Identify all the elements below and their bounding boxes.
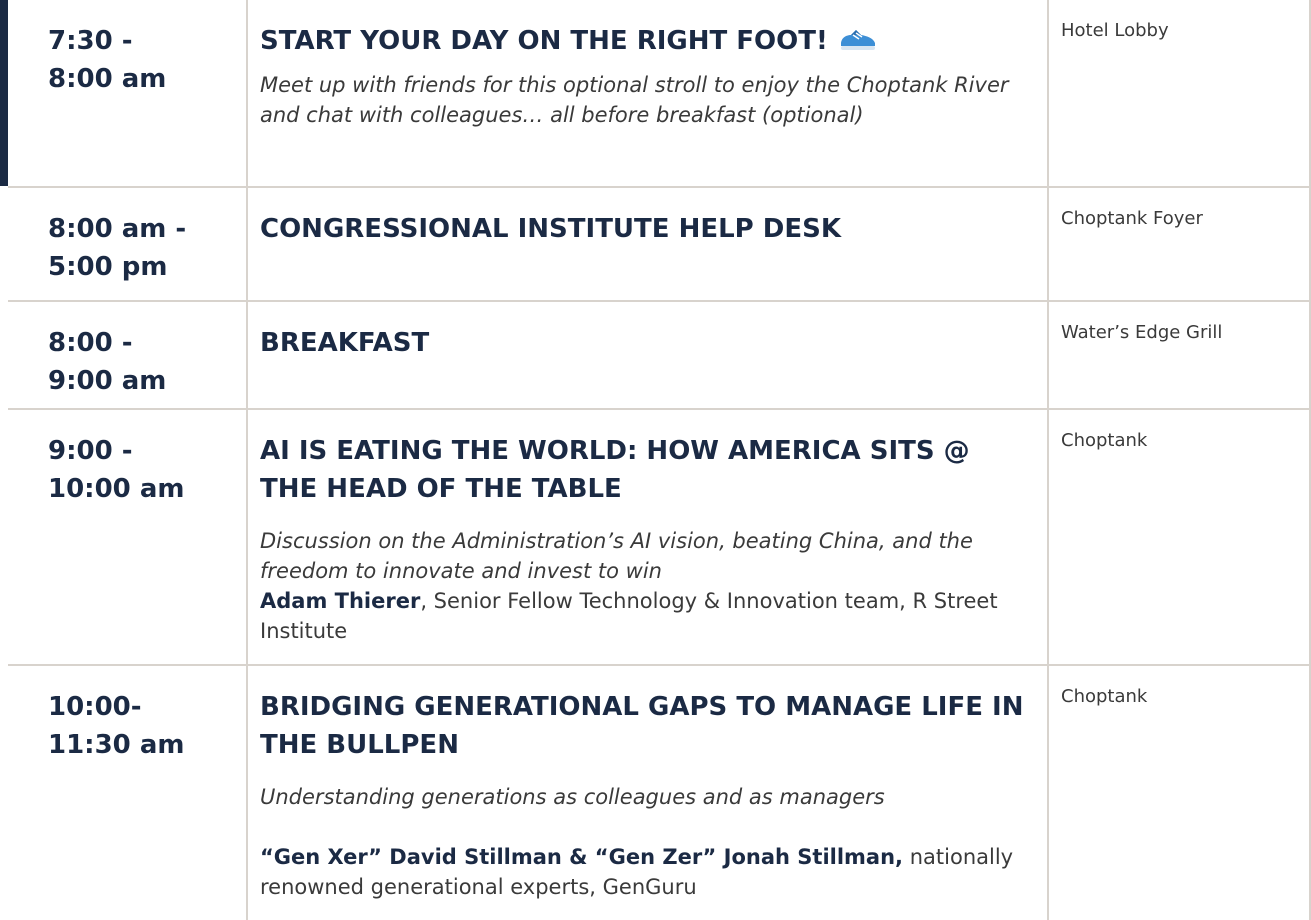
time-end: 8:00 am xyxy=(48,64,167,94)
session-time: 8:00 am - 5:00 pm xyxy=(48,210,186,286)
time-start: 8:00 am - xyxy=(48,214,187,244)
time-end: 11:30 am xyxy=(48,730,185,760)
session-time: 7:30 - 8:00 am xyxy=(48,22,166,98)
session-cell: BREAKFAST xyxy=(246,302,1047,408)
session-speaker: Adam Thierer, Senior Fellow Technology &… xyxy=(260,586,1035,646)
session-location: Choptank xyxy=(1061,430,1148,451)
speaker-name: Adam Thierer xyxy=(260,589,421,613)
time-cell: 9:00 - 10:00 am xyxy=(8,410,246,664)
time-end: 9:00 am xyxy=(48,366,167,396)
session-cell: BRIDGING GENERATIONAL GAPS TO MANAGE LIF… xyxy=(246,666,1047,920)
location-cell: Choptank xyxy=(1047,410,1311,664)
time-start: 9:00 - xyxy=(48,436,133,466)
location-cell: Hotel Lobby xyxy=(1047,0,1311,186)
agenda-table: 7:30 - 8:00 am START YOUR DAY ON THE RIG… xyxy=(8,0,1311,920)
session-location: Choptank Foyer xyxy=(1061,208,1203,229)
time-start: 8:00 - xyxy=(48,328,133,358)
session-title-text: START YOUR DAY ON THE RIGHT FOOT! xyxy=(260,26,828,56)
shoe-icon xyxy=(838,26,878,64)
time-end: 5:00 pm xyxy=(48,252,168,282)
table-row: 8:00 am - 5:00 pm CONGRESSIONAL INSTITUT… xyxy=(8,188,1311,302)
session-speaker: “Gen Xer” David Stillman & “Gen Zer” Jon… xyxy=(260,842,1035,902)
table-row: 9:00 - 10:00 am AI IS EATING THE WORLD: … xyxy=(8,410,1311,666)
session-location: Choptank xyxy=(1061,686,1148,707)
time-cell: 7:30 - 8:00 am xyxy=(8,0,246,186)
time-cell: 10:00- 11:30 am xyxy=(8,666,246,920)
session-time: 8:00 - 9:00 am xyxy=(48,324,166,400)
location-cell: Water’s Edge Grill xyxy=(1047,302,1311,408)
session-cell: START YOUR DAY ON THE RIGHT FOOT! Meet u… xyxy=(246,0,1047,186)
session-description: Meet up with friends for this optional s… xyxy=(260,73,1009,127)
session-description: Understanding generations as colleagues … xyxy=(260,785,885,809)
session-title: BRIDGING GENERATIONAL GAPS TO MANAGE LIF… xyxy=(260,692,1024,760)
time-cell: 8:00 am - 5:00 pm xyxy=(8,188,246,300)
location-cell: Choptank xyxy=(1047,666,1311,920)
session-cell: CONGRESSIONAL INSTITUTE HELP DESK xyxy=(246,188,1047,300)
session-time: 10:00- 11:30 am xyxy=(48,688,184,764)
session-description: Discussion on the Administration’s AI vi… xyxy=(260,529,973,583)
time-start: 7:30 - xyxy=(48,26,133,56)
session-title: BREAKFAST xyxy=(260,328,430,358)
time-cell: 8:00 - 9:00 am xyxy=(8,302,246,408)
session-cell: AI IS EATING THE WORLD: HOW AMERICA SITS… xyxy=(246,410,1047,664)
table-row: 10:00- 11:30 am BRIDGING GENERATIONAL GA… xyxy=(8,666,1311,920)
session-title: CONGRESSIONAL INSTITUTE HELP DESK xyxy=(260,214,842,244)
session-location: Hotel Lobby xyxy=(1061,20,1169,41)
time-start: 10:00- xyxy=(48,692,142,722)
speaker-name: “Gen Xer” David Stillman & “Gen Zer” Jon… xyxy=(260,845,904,869)
session-title: AI IS EATING THE WORLD: HOW AMERICA SITS… xyxy=(260,436,970,504)
session-title: START YOUR DAY ON THE RIGHT FOOT! xyxy=(260,22,1035,64)
table-row: 7:30 - 8:00 am START YOUR DAY ON THE RIG… xyxy=(8,0,1311,188)
location-cell: Choptank Foyer xyxy=(1047,188,1311,300)
session-location: Water’s Edge Grill xyxy=(1061,322,1223,343)
left-accent-bar xyxy=(0,0,8,186)
table-row: 8:00 - 9:00 am BREAKFAST Water’s Edge Gr… xyxy=(8,302,1311,410)
session-time: 9:00 - 10:00 am xyxy=(48,432,184,508)
time-end: 10:00 am xyxy=(48,474,185,504)
